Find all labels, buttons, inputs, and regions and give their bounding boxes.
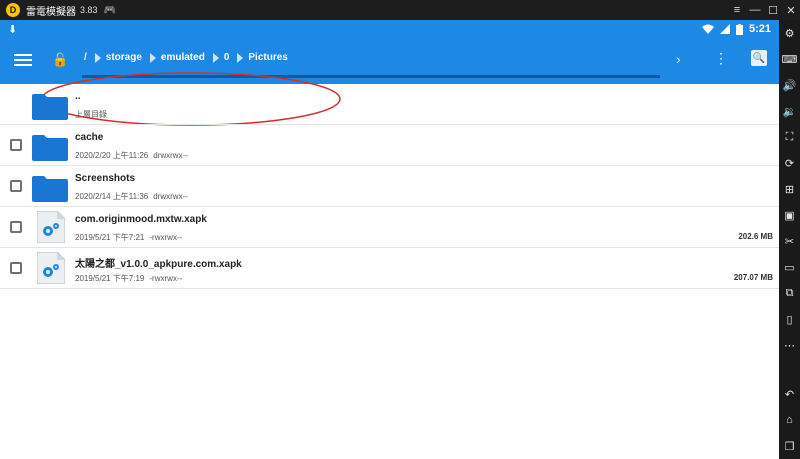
home-icon[interactable]: ⌂ [779, 407, 800, 433]
file-size: 207.07 MB [733, 273, 773, 282]
package-file-icon [37, 211, 65, 243]
breadcrumb-pictures[interactable]: Pictures [229, 52, 288, 63]
search-icon[interactable]: 🔍 [751, 50, 767, 66]
folder-icon [32, 94, 68, 120]
file-meta: 2020/2/14 上午11:36 drwxrwx-- [75, 192, 188, 201]
chevron-right-icon[interactable]: › [676, 51, 681, 67]
signal-icon [719, 24, 730, 34]
settings-icon[interactable]: ⚙ [779, 20, 800, 46]
back-icon[interactable]: ↶ [779, 381, 800, 407]
list-item[interactable]: 太陽之都_v1.0.0_apkpure.com.xapk 2019/5/21 下… [0, 248, 779, 289]
file-name: cache [75, 132, 104, 143]
emulator-version: 3.83 [80, 5, 98, 15]
folder-icon [32, 176, 68, 202]
breadcrumb-label: Pictures [248, 52, 288, 63]
file-meta: 上層目錄 [75, 110, 107, 119]
checkbox[interactable] [10, 139, 22, 151]
breadcrumb-storage[interactable]: storage [87, 52, 142, 63]
file-meta: 2019/5/21 下午7:21 -rwxrwx-- [75, 233, 183, 242]
menu-icon[interactable]: ≡ [728, 0, 746, 20]
gamepad-icon[interactable]: 🎮 [104, 5, 116, 16]
breadcrumb-label: emulated [160, 52, 205, 63]
lock-icon[interactable]: 🔓 [52, 52, 68, 68]
window-controls: ≡ — ☐ ✕ [728, 0, 800, 20]
checkbox[interactable] [10, 180, 22, 192]
shake-icon[interactable]: ▯ [779, 306, 800, 332]
rotate-icon[interactable]: ⟳ [779, 150, 800, 176]
emulator-sidebar: ⚙ ⌨ 🔊 🔉 ⛶ ⟳ ⊞ ▣ ✂ ▭ ⧉ ▯ ⋯ ↶ ⌂ ❐ [779, 20, 800, 459]
close-icon[interactable]: ✕ [782, 0, 800, 20]
more-icon[interactable]: ⋯ [779, 332, 800, 358]
android-screen: ⬇ 5:21 🔓 / storage emulated 0 Pictures ›… [0, 20, 779, 459]
volume-down-icon[interactable]: 🔉 [779, 98, 800, 124]
fullscreen-icon[interactable]: ⛶ [779, 124, 800, 150]
download-icon: ⬇ [8, 23, 18, 36]
battery-icon [735, 23, 743, 35]
breadcrumb-0[interactable]: 0 [205, 52, 229, 63]
list-item[interactable]: com.originmood.mxtw.xapk 2019/5/21 下午7:2… [0, 207, 779, 248]
list-item[interactable]: Screenshots 2020/2/14 上午11:36 drwxrwx-- [0, 166, 779, 207]
file-name: com.originmood.mxtw.xapk [75, 214, 207, 225]
file-name: .. [75, 91, 81, 102]
breadcrumb-label: storage [105, 52, 142, 63]
folder-icon [32, 135, 68, 161]
file-meta: 2020/2/20 上午11:26 drwxrwx-- [75, 151, 188, 160]
emulator-title: 雷電模擬器 [26, 6, 76, 18]
sync-icon[interactable]: ⧉ [779, 280, 800, 306]
breadcrumb-emulated[interactable]: emulated [142, 52, 205, 63]
record-icon[interactable]: ▭ [779, 254, 800, 280]
status-bar: ⬇ 5:21 [0, 20, 779, 38]
emulator-title-bar: D 雷電模擬器 3.83 🎮 ≡ — ☐ ✕ [0, 0, 800, 20]
scissors-icon[interactable]: ✂ [779, 228, 800, 254]
more-vert-icon[interactable]: ⋮ [714, 50, 728, 67]
volume-up-icon[interactable]: 🔊 [779, 72, 800, 98]
checkbox[interactable] [10, 221, 22, 233]
breadcrumb: / storage emulated 0 Pictures [84, 52, 288, 63]
keyboard-icon[interactable]: ⌨ [779, 46, 800, 72]
maximize-icon[interactable]: ☐ [764, 0, 782, 20]
screenshot-icon[interactable]: ▣ [779, 202, 800, 228]
app-toolbar: 🔓 / storage emulated 0 Pictures › ⋮ 🔍 [0, 38, 779, 126]
list-item[interactable]: cache 2020/2/20 上午11:26 drwxrwx-- [0, 125, 779, 166]
list-item-parent[interactable]: .. 上層目錄 [0, 84, 779, 125]
recent-apps-icon[interactable]: ❐ [779, 433, 800, 459]
chevron-right-icon [149, 52, 156, 63]
hamburger-menu-icon[interactable] [14, 51, 32, 69]
file-name: 太陽之都_v1.0.0_apkpure.com.xapk [75, 259, 242, 270]
chevron-right-icon [212, 52, 219, 63]
wifi-icon [701, 24, 714, 34]
install-apk-icon[interactable]: ⊞ [779, 176, 800, 202]
emulator-logo: D [6, 3, 20, 17]
package-file-icon [37, 252, 65, 284]
file-meta: 2019/5/21 下午7:19 -rwxrwx-- [75, 274, 183, 283]
chevron-right-icon [237, 52, 244, 63]
file-size: 202.6 MB [738, 232, 773, 241]
file-name: Screenshots [75, 173, 136, 184]
clock: 5:21 [748, 23, 771, 35]
chevron-right-icon [94, 52, 101, 63]
minimize-icon[interactable]: — [746, 0, 764, 20]
checkbox[interactable] [10, 262, 22, 274]
